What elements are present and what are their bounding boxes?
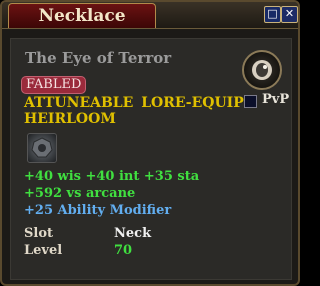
examine-eye-icon[interactable] [242,50,282,90]
slot-label: Slot [24,226,54,241]
item-flags-line2: HEIRLOOM [24,111,116,127]
stat-ability-modifier: +25 Ability Modifier [24,203,172,218]
close-icon: ✕ [284,7,295,20]
restore-icon: □ [267,7,278,20]
window-title: Necklace [8,3,156,28]
close-button[interactable]: ✕ [281,6,298,23]
stat-attributes: +40 wis +40 int +35 sta [24,169,200,184]
necklace-icon[interactable] [27,133,57,163]
pvp-label: PvP [262,92,290,107]
item-flags-line1: ATTUNEABLE LORE-EQUIP [24,95,244,111]
stat-arcane-resist: +592 vs arcane [24,186,136,201]
level-label: Level [24,243,63,258]
pvp-checkbox[interactable] [244,95,257,108]
restore-button[interactable]: □ [264,6,281,23]
level-value: 70 [114,243,133,258]
tier-badge: FABLED [21,76,87,94]
title-bar[interactable]: Necklace □ ✕ [2,2,298,29]
slot-value: Neck [114,226,152,241]
item-name: The Eye of Terror [25,49,172,67]
item-examine-window: Necklace □ ✕ The Eye of Terror FABLED AT… [0,0,300,286]
